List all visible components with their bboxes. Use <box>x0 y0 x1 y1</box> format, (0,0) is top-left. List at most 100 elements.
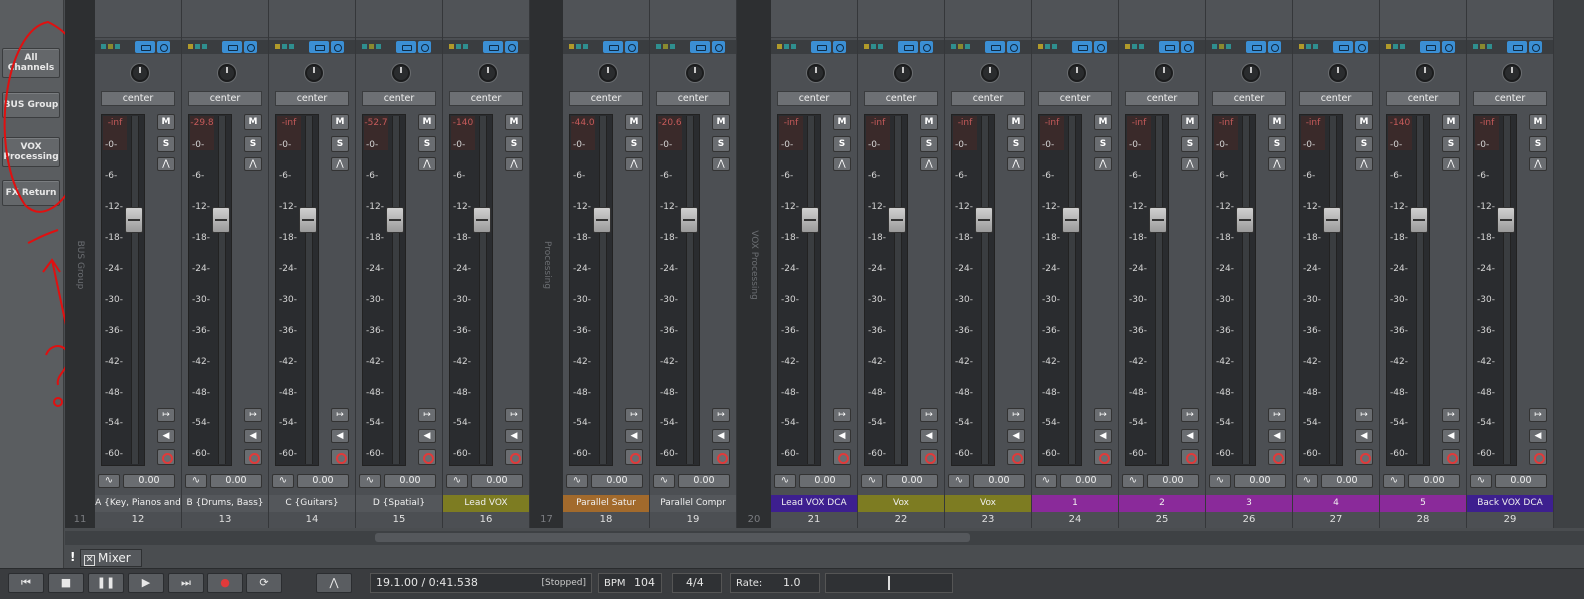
mute-button[interactable]: M <box>1442 114 1460 130</box>
channel-name[interactable]: 4 <box>1293 495 1379 512</box>
rate-display[interactable]: Rate: 1.0 <box>730 573 820 593</box>
channel-name[interactable]: 5 <box>1380 495 1466 512</box>
record-arm-icon[interactable] <box>625 449 643 465</box>
insert-area[interactable] <box>1293 0 1379 38</box>
phase-icon[interactable]: ∿ <box>359 474 381 488</box>
insert-area[interactable] <box>650 0 736 38</box>
output-icon[interactable]: ↦ <box>712 408 730 422</box>
time-signature[interactable]: 4/4 <box>672 573 722 593</box>
record-arm-icon[interactable] <box>1181 449 1199 465</box>
fader-handle[interactable] <box>1497 207 1515 233</box>
automation-icon[interactable]: ⋀ <box>712 157 730 171</box>
pan-value[interactable]: center <box>275 91 349 106</box>
pan-value[interactable]: center <box>101 91 175 106</box>
mute-button[interactable]: M <box>625 114 643 130</box>
scrollbar-thumb[interactable] <box>375 533 970 542</box>
input-icon[interactable] <box>985 41 1005 53</box>
phase-icon[interactable]: ∿ <box>653 474 675 488</box>
output-icon[interactable]: ↦ <box>1181 408 1199 422</box>
channel-name[interactable]: Parallel Satur <box>563 495 649 512</box>
pause-button[interactable]: ❚❚ <box>88 573 124 593</box>
record-arm-icon[interactable] <box>1529 449 1547 465</box>
pan-knob[interactable] <box>305 64 323 82</box>
monitor-icon[interactable]: ◀ <box>1355 429 1373 443</box>
mute-button[interactable]: M <box>1007 114 1025 130</box>
pan-value[interactable]: center <box>1212 91 1286 106</box>
loop-button[interactable]: ⟳ <box>246 573 282 593</box>
solo-button[interactable]: S <box>833 136 851 152</box>
record-arm-icon[interactable] <box>1355 449 1373 465</box>
fader-handle[interactable] <box>125 207 143 233</box>
phase-icon[interactable]: ∿ <box>1035 474 1057 488</box>
channel-name[interactable]: D {Spatial} <box>356 495 442 512</box>
power-icon[interactable] <box>625 41 638 53</box>
mute-button[interactable]: M <box>1268 114 1286 130</box>
mute-button[interactable]: M <box>157 114 175 130</box>
monitor-icon[interactable]: ◀ <box>1529 429 1547 443</box>
pan-knob[interactable] <box>1329 64 1347 82</box>
monitor-icon[interactable]: ◀ <box>244 429 262 443</box>
output-icon[interactable]: ↦ <box>625 408 643 422</box>
record-button[interactable]: ● <box>207 573 243 593</box>
insert-area[interactable] <box>1380 0 1466 38</box>
solo-button[interactable]: S <box>625 136 643 152</box>
group-button[interactable]: All Channels <box>2 48 60 78</box>
fader-handle[interactable] <box>593 207 611 233</box>
insert-area[interactable] <box>1206 0 1292 38</box>
output-icon[interactable]: ↦ <box>244 408 262 422</box>
fader-handle[interactable] <box>801 207 819 233</box>
channel-name[interactable]: Lead VOX <box>443 495 529 512</box>
group-button[interactable]: BUS Group <box>2 92 60 118</box>
solo-button[interactable]: S <box>1007 136 1025 152</box>
stop-button[interactable]: ■ <box>48 573 84 593</box>
channel-name[interactable]: C {Guitars} <box>269 495 355 512</box>
monitor-icon[interactable]: ◀ <box>331 429 349 443</box>
automation-icon[interactable]: ⋀ <box>1094 157 1112 171</box>
solo-button[interactable]: S <box>1529 136 1547 152</box>
channel-name[interactable]: Vox <box>858 495 944 512</box>
fader-handle[interactable] <box>1062 207 1080 233</box>
automation-icon[interactable]: ⋀ <box>1529 157 1547 171</box>
pan-knob[interactable] <box>218 64 236 82</box>
monitor-icon[interactable]: ◀ <box>1181 429 1199 443</box>
mute-button[interactable]: M <box>331 114 349 130</box>
channel-name[interactable]: Vox <box>945 495 1031 512</box>
phase-icon[interactable]: ∿ <box>774 474 796 488</box>
output-icon[interactable]: ↦ <box>1355 408 1373 422</box>
monitor-icon[interactable]: ◀ <box>833 429 851 443</box>
input-icon[interactable] <box>1420 41 1440 53</box>
volume-value[interactable]: 0.00 <box>591 474 643 488</box>
volume-value[interactable]: 0.00 <box>1408 474 1460 488</box>
output-icon[interactable]: ↦ <box>157 408 175 422</box>
channel-name[interactable]: 2 <box>1119 495 1205 512</box>
output-icon[interactable]: ↦ <box>833 408 851 422</box>
volume-value[interactable]: 0.00 <box>886 474 938 488</box>
mute-button[interactable]: M <box>833 114 851 130</box>
volume-value[interactable]: 0.00 <box>1495 474 1547 488</box>
automation-icon[interactable]: ⋀ <box>418 157 436 171</box>
pan-value[interactable]: center <box>777 91 851 106</box>
mixer-tab[interactable]: ✕ Mixer <box>80 549 142 567</box>
insert-area[interactable] <box>1467 0 1553 38</box>
mute-button[interactable]: M <box>920 114 938 130</box>
power-icon[interactable] <box>244 41 257 53</box>
insert-area[interactable] <box>443 0 529 38</box>
volume-value[interactable]: 0.00 <box>471 474 523 488</box>
pan-knob[interactable] <box>392 64 410 82</box>
master-slider-handle[interactable] <box>888 576 890 590</box>
record-arm-icon[interactable] <box>331 449 349 465</box>
volume-value[interactable]: 0.00 <box>799 474 851 488</box>
volume-value[interactable]: 0.00 <box>1147 474 1199 488</box>
horizontal-scrollbar[interactable] <box>65 531 1584 545</box>
record-arm-icon[interactable] <box>833 449 851 465</box>
mute-button[interactable]: M <box>1094 114 1112 130</box>
power-icon[interactable] <box>331 41 344 53</box>
solo-button[interactable]: S <box>1181 136 1199 152</box>
pan-knob[interactable] <box>894 64 912 82</box>
input-icon[interactable] <box>309 41 329 53</box>
channel-name[interactable]: Lead VOX DCA <box>771 495 857 512</box>
solo-button[interactable]: S <box>331 136 349 152</box>
mute-button[interactable]: M <box>712 114 730 130</box>
input-icon[interactable] <box>396 41 416 53</box>
monitor-icon[interactable]: ◀ <box>1442 429 1460 443</box>
